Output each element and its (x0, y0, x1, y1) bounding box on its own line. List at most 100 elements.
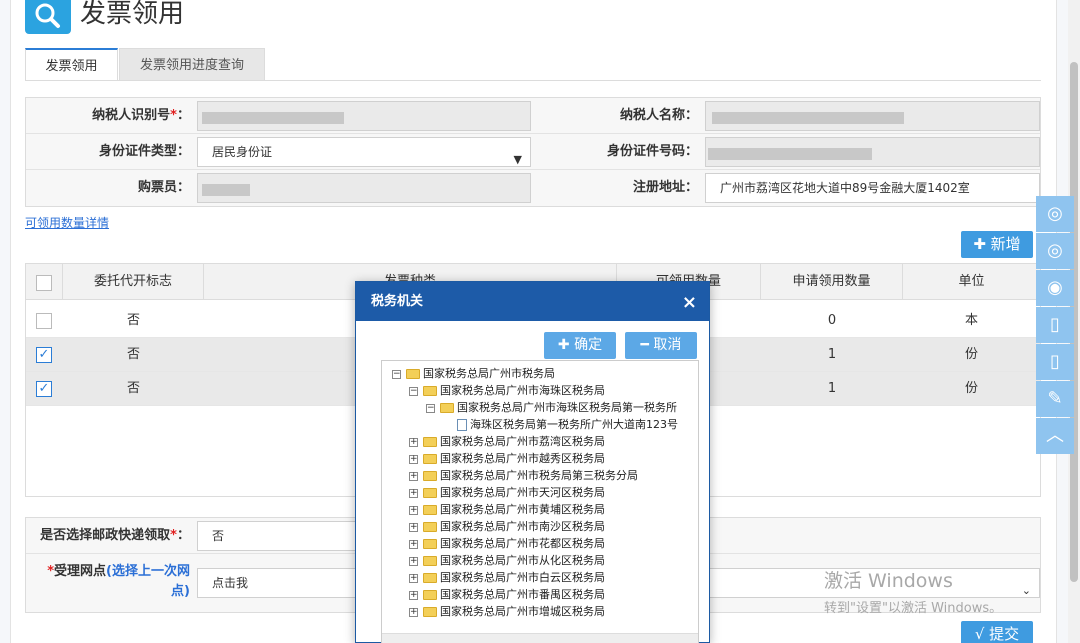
expand-icon[interactable]: + (409, 471, 418, 481)
header-checkbox-cell (26, 264, 63, 300)
tree-node[interactable]: − 国家税务总局广州市海珠区税务局 (409, 382, 605, 399)
add-button[interactable]: ✚ 新增 (961, 231, 1033, 258)
tree-node[interactable]: + 国家税务总局广州市天河区税务局 (409, 484, 605, 501)
wechat-icon[interactable]: ◎ (1036, 196, 1074, 232)
tree-node-leaf[interactable]: 海珠区税务局第一税务所广州大道南123号 (457, 416, 678, 433)
expand-icon[interactable]: + (409, 590, 418, 600)
tab-invoice-apply[interactable]: 发票领用 (25, 48, 118, 81)
cell-unit: 份 (964, 381, 978, 396)
tree-node[interactable]: + 国家税务总局广州市花都区税务局 (409, 535, 605, 552)
collapse-icon[interactable]: − (409, 386, 418, 396)
cell-apply-quantity[interactable]: 0 (761, 304, 903, 338)
tree-node[interactable]: + 国家税务总局广州市从化区税务局 (409, 552, 605, 569)
tree-node[interactable]: + 国家税务总局广州市税务局第三税务分局 (409, 467, 638, 484)
buyer-field[interactable] (197, 173, 531, 203)
tree-node[interactable]: + 国家税务总局广州市白云区税务局 (409, 569, 605, 586)
id-type-label: 身份证件类型： (98, 144, 190, 159)
folder-icon (406, 369, 420, 379)
tree-node[interactable]: + 国家税务总局广州市越秀区税务局 (409, 450, 605, 467)
tax-authority-tree: − 国家税务总局广州市税务局 − 国家税务总局广州市海珠区税务局 − 国家税务总局广州… (381, 360, 699, 643)
folder-icon (423, 573, 437, 583)
cell-delegate: 否 (126, 381, 140, 396)
id-number-label: 身份证件号码： (606, 144, 698, 159)
folder-icon (423, 454, 437, 464)
row-checkbox-checked[interactable]: ✓ (36, 381, 52, 397)
cell-delegate: 否 (126, 347, 140, 362)
buyer-label: 购票员： (137, 180, 190, 195)
tab-divider (25, 80, 1041, 81)
outlet-label: *受理网点(选择上一次网 点) (47, 564, 190, 599)
cell-apply-quantity[interactable]: 1 (761, 338, 903, 372)
header-unit: 单位 (958, 274, 985, 289)
row-checkbox[interactable] (36, 313, 52, 329)
page-title: 发票领用 (80, 0, 185, 29)
folder-icon (423, 437, 437, 447)
quota-detail-link[interactable]: 可领用数量详情 (25, 214, 109, 231)
row-checkbox-checked[interactable]: ✓ (36, 347, 52, 363)
expand-icon[interactable]: + (409, 488, 418, 498)
postal-label: 是否选择邮政快递领取*： (40, 528, 190, 543)
folder-icon (423, 488, 437, 498)
folder-icon (423, 539, 437, 549)
tree-node[interactable]: + 国家税务总局广州市增城区税务局 (409, 603, 605, 620)
form-row: 身份证件类型： 居民身份证 ▼ 身份证件号码： (26, 134, 1040, 170)
cell-unit: 份 (964, 347, 978, 362)
folder-icon (440, 403, 454, 413)
collapse-icon[interactable]: − (392, 369, 401, 379)
tab-progress-query[interactable]: 发票领用进度查询 (119, 48, 265, 81)
chevron-up-icon[interactable]: ︿ (1036, 418, 1074, 454)
tree-node[interactable]: − 国家税务总局广州市海珠区税务局第一税务所 (426, 399, 677, 416)
weibo-icon[interactable]: ◉ (1036, 270, 1074, 306)
confirm-button[interactable]: ✚ 确定 (544, 332, 616, 359)
dialog-title: 税务机关 (371, 294, 424, 309)
previous-outlet-link[interactable]: (选择上一次网 (106, 564, 190, 579)
mobile-icon[interactable]: ▯ (1036, 344, 1074, 380)
taxpayer-name-label: 纳税人名称： (619, 108, 698, 123)
id-type-select[interactable]: 居民身份证 ▼ (197, 137, 531, 167)
windows-activation-watermark: 激活 Windows 转到"设置"以激活 Windows。 (824, 570, 1003, 616)
folder-icon (423, 522, 437, 532)
tree-node[interactable]: + 国家税务总局广州市荔湾区税务局 (409, 433, 605, 450)
taxpayer-name-field[interactable] (705, 101, 1040, 131)
edit-icon[interactable]: ✎ (1036, 381, 1074, 417)
expand-icon[interactable]: + (409, 437, 418, 447)
close-icon[interactable]: × (682, 282, 697, 323)
header-delegate: 委托代开标志 (63, 264, 204, 300)
expand-icon[interactable]: + (409, 454, 418, 464)
tree-node[interactable]: + 国家税务总局广州市番禺区税务局 (409, 586, 605, 603)
id-number-field[interactable] (705, 137, 1040, 167)
postal-select[interactable]: 否 (197, 521, 357, 551)
search-icon (25, 0, 71, 34)
folder-icon (423, 386, 437, 396)
file-icon (457, 419, 467, 431)
expand-icon[interactable]: + (409, 607, 418, 617)
folder-icon (423, 556, 437, 566)
mobile-icon[interactable]: ▯ (1036, 307, 1074, 343)
expand-icon[interactable]: + (409, 505, 418, 515)
tree-node[interactable]: + 国家税务总局广州市南沙区税务局 (409, 518, 605, 535)
folder-icon (423, 471, 437, 481)
expand-icon[interactable]: + (409, 522, 418, 532)
folder-icon (423, 505, 437, 515)
expand-icon[interactable]: + (409, 556, 418, 566)
header-apply-quantity: 申请领用数量 (761, 264, 903, 300)
form-row: 购票员： 注册地址： 广州市荔湾区花地大道中89号金融大厦1402室 (26, 170, 1040, 206)
address-label: 注册地址： (632, 180, 698, 195)
expand-icon[interactable]: + (409, 539, 418, 549)
dialog-header: 税务机关 × (356, 282, 709, 321)
tree-node[interactable]: + 国家税务总局广州市黄埔区税务局 (409, 501, 605, 518)
submit-button[interactable]: √ 提交 (961, 621, 1033, 643)
expand-icon[interactable]: + (409, 573, 418, 583)
taxpayer-info-form: 纳税人识别号*： 纳税人名称： 身份证件类型： 居民身份证 ▼ 身份证件号码： 购… (25, 97, 1041, 207)
wechat-icon[interactable]: ◎ (1036, 233, 1074, 269)
collapse-icon[interactable]: − (426, 403, 435, 413)
address-field[interactable]: 广州市荔湾区花地大道中89号金融大厦1402室 (705, 173, 1040, 203)
chevron-down-icon: ⌄ (1021, 584, 1031, 597)
taxpayer-id-field[interactable] (197, 101, 531, 131)
taxpayer-id-label: 纳税人识别号*： (92, 108, 190, 123)
tree-node[interactable]: − 国家税务总局广州市税务局 (392, 365, 555, 382)
select-all-checkbox[interactable] (36, 275, 52, 291)
cell-apply-quantity[interactable]: 1 (761, 372, 903, 406)
cancel-button[interactable]: ━ 取消 (625, 332, 697, 359)
tree-horizontal-scrollbar[interactable] (382, 633, 698, 643)
